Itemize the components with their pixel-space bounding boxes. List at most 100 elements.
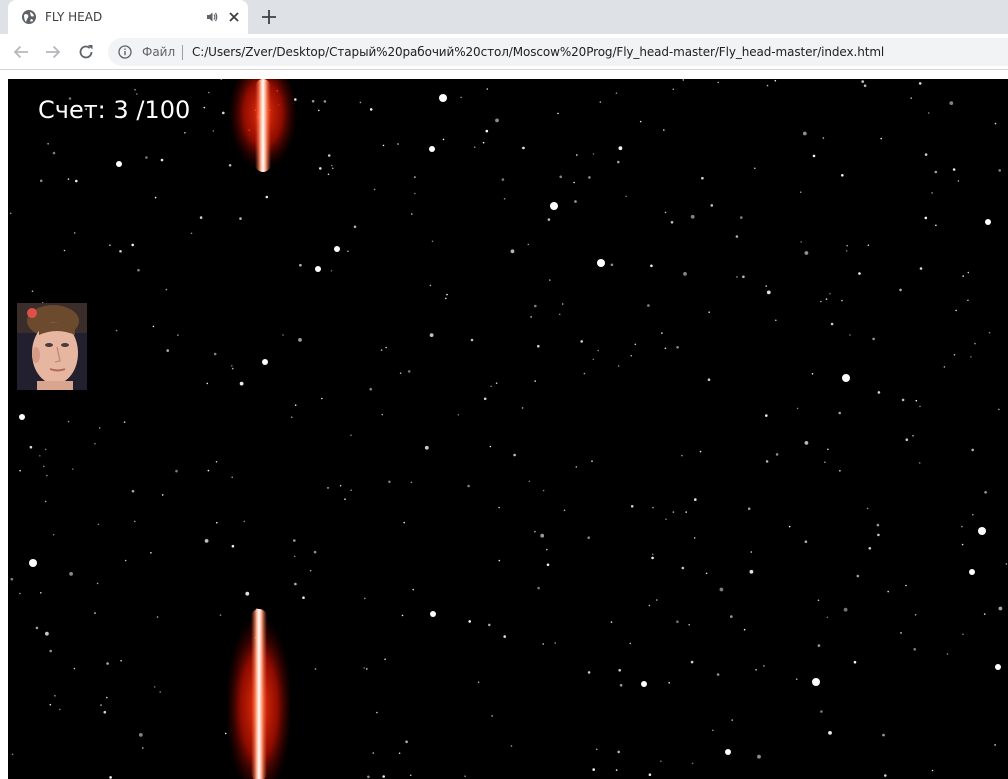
star bbox=[350, 489, 352, 492]
star bbox=[660, 760, 662, 762]
star bbox=[302, 596, 305, 599]
game-canvas[interactable]: Счет: 3 /100 bbox=[8, 79, 1008, 779]
star bbox=[872, 337, 875, 341]
star bbox=[473, 146, 476, 148]
speaker-icon[interactable] bbox=[206, 11, 218, 23]
star bbox=[385, 346, 387, 349]
star bbox=[994, 122, 997, 125]
star bbox=[740, 216, 743, 219]
star bbox=[927, 112, 930, 114]
star bbox=[215, 461, 218, 463]
url-text[interactable]: C:/Users/Zver/Desktop/Старый%20рабочий%2… bbox=[192, 44, 884, 60]
star bbox=[327, 173, 330, 176]
score-display: Счет: 3 /100 bbox=[38, 95, 190, 125]
star bbox=[398, 752, 401, 754]
star bbox=[648, 773, 652, 776]
star bbox=[45, 631, 49, 636]
star bbox=[59, 708, 61, 711]
tab-fly-head[interactable]: FLY HEAD bbox=[8, 0, 248, 34]
star bbox=[204, 539, 209, 543]
star bbox=[736, 276, 738, 278]
star bbox=[49, 649, 52, 653]
star bbox=[382, 144, 385, 147]
star bbox=[647, 304, 650, 307]
star bbox=[597, 259, 605, 267]
star bbox=[683, 272, 687, 276]
star bbox=[998, 606, 1003, 611]
star bbox=[96, 582, 99, 585]
star bbox=[486, 88, 489, 90]
star bbox=[75, 179, 78, 183]
star bbox=[690, 214, 695, 219]
star bbox=[363, 667, 366, 669]
star bbox=[849, 334, 851, 336]
star bbox=[106, 696, 108, 699]
arrow-left-icon[interactable] bbox=[11, 42, 31, 62]
star bbox=[967, 271, 970, 274]
star bbox=[35, 626, 39, 630]
info-icon[interactable] bbox=[118, 45, 132, 59]
star bbox=[299, 263, 302, 267]
star bbox=[142, 747, 144, 749]
reload-icon[interactable] bbox=[76, 42, 96, 62]
star bbox=[490, 385, 492, 388]
star bbox=[534, 304, 537, 308]
arrow-right-icon[interactable] bbox=[43, 42, 63, 62]
star bbox=[971, 448, 974, 452]
star bbox=[537, 344, 540, 348]
star bbox=[11, 753, 14, 756]
star bbox=[625, 195, 627, 198]
star bbox=[190, 232, 193, 235]
star bbox=[863, 84, 867, 87]
star bbox=[534, 380, 536, 382]
star bbox=[369, 108, 373, 111]
star bbox=[617, 365, 620, 367]
star bbox=[52, 151, 56, 155]
star bbox=[429, 333, 434, 337]
star bbox=[429, 284, 432, 287]
star bbox=[693, 537, 696, 539]
star bbox=[716, 673, 720, 676]
star bbox=[574, 200, 577, 203]
close-icon[interactable] bbox=[226, 9, 242, 25]
star bbox=[477, 681, 480, 683]
star bbox=[414, 192, 416, 195]
star bbox=[44, 500, 47, 503]
star bbox=[339, 484, 342, 487]
star bbox=[681, 454, 683, 457]
plus-icon[interactable] bbox=[260, 8, 278, 26]
star bbox=[470, 338, 474, 342]
star bbox=[430, 611, 436, 617]
star bbox=[293, 555, 296, 558]
star bbox=[630, 505, 634, 508]
star bbox=[547, 218, 551, 221]
page-content: Счет: 3 /100 bbox=[0, 71, 1008, 779]
star bbox=[962, 275, 964, 277]
star bbox=[298, 338, 302, 342]
star bbox=[160, 158, 164, 162]
star bbox=[694, 498, 697, 501]
star bbox=[670, 221, 674, 224]
address-bar[interactable]: Файл C:/Users/Zver/Desktop/Старый%20рабо… bbox=[108, 38, 1008, 66]
star bbox=[334, 246, 340, 252]
star bbox=[969, 569, 975, 575]
star bbox=[231, 365, 233, 367]
star bbox=[561, 303, 564, 305]
star bbox=[216, 521, 218, 524]
star bbox=[652, 506, 654, 509]
star bbox=[682, 79, 685, 81]
star bbox=[9, 212, 12, 215]
star bbox=[231, 476, 233, 479]
star bbox=[795, 678, 798, 680]
star bbox=[691, 762, 694, 765]
star bbox=[409, 774, 412, 777]
star bbox=[763, 665, 765, 667]
score-label: Счет: bbox=[38, 96, 106, 124]
saber-obstacle-bottom bbox=[228, 609, 290, 779]
star bbox=[294, 582, 297, 586]
star bbox=[861, 80, 864, 83]
star bbox=[867, 244, 870, 246]
star bbox=[534, 530, 536, 533]
star bbox=[510, 249, 515, 254]
star bbox=[382, 775, 386, 778]
